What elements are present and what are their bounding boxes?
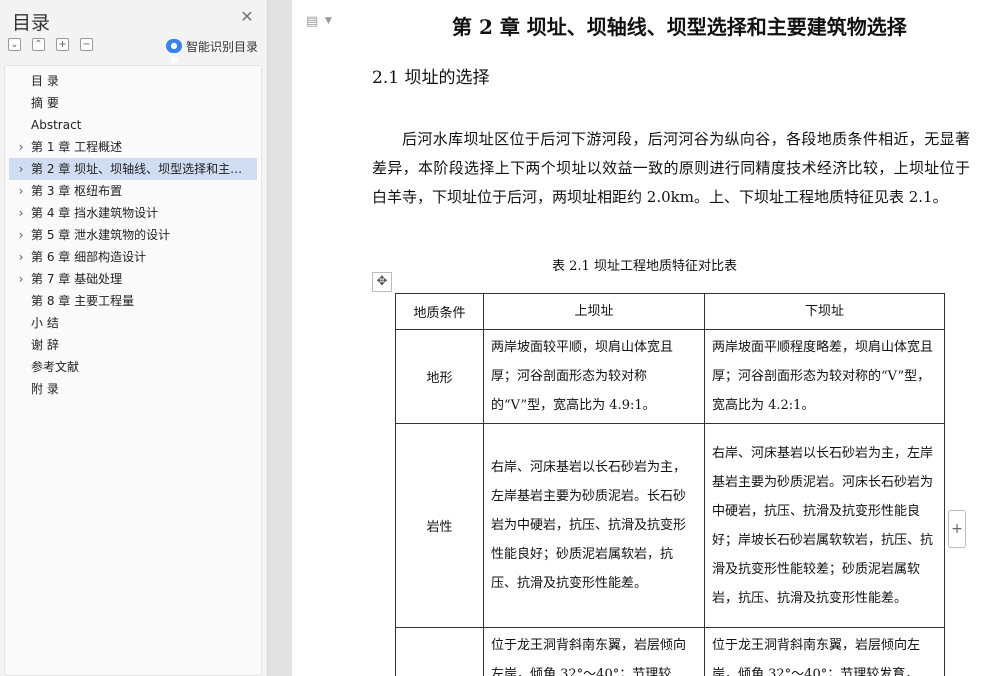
table-header-cell: 下坝址 bbox=[704, 293, 945, 330]
toc-item[interactable]: 附 录 bbox=[9, 378, 257, 400]
smart-recognize-toc-button[interactable]: ● ● 智能识别目录 bbox=[166, 38, 259, 64]
toc-item[interactable]: › 第 4 章 挡水建筑物设计 bbox=[9, 202, 257, 224]
table-cell-upper: 右岸、河床基岩以长石砂岩为主，左岸基岩主要为砂质泥岩。长石砂岩为中硬岩，抗压、抗… bbox=[483, 423, 705, 628]
toc-item-label: 第 5 章 泄水建筑物的设计 bbox=[31, 228, 171, 242]
table-row-label bbox=[395, 627, 484, 676]
toc-item[interactable]: › 第 6 章 细部构造设计 bbox=[9, 246, 257, 268]
chevron-right-icon[interactable]: › bbox=[16, 246, 26, 268]
toc-item-label: 第 2 章 坝址、坝轴线、坝型选择和主要建筑物选择 bbox=[31, 162, 253, 176]
toc-item[interactable]: 谢 辞 bbox=[9, 334, 257, 356]
table-header-cell: 上坝址 bbox=[483, 293, 705, 330]
toc-item[interactable]: › 第 5 章 泄水建筑物的设计 bbox=[9, 224, 257, 246]
chevron-right-icon[interactable]: › bbox=[16, 180, 26, 202]
table-cell-lower: 右岸、河床基岩以长石砂岩为主，左岸基岩主要为砂质泥岩。河床长石砂岩为中硬岩，抗压… bbox=[704, 423, 945, 628]
toc-item-label: 附 录 bbox=[31, 382, 59, 396]
toc-item-label: 参考文献 bbox=[31, 360, 80, 374]
chevron-right-icon[interactable]: › bbox=[16, 136, 26, 158]
ai-cloud-icon: ● ● bbox=[166, 39, 182, 64]
table-row: 位于龙王洞背斜南东翼，岩层倾向左岸，倾角 32°～40°；节理较 位于龙王洞背斜… bbox=[395, 627, 945, 676]
toc-item[interactable]: Abstract bbox=[9, 114, 257, 136]
table-cell-upper: 位于龙王洞背斜南东翼，岩层倾向左岸，倾角 32°～40°；节理较 bbox=[483, 627, 705, 676]
table-move-handle-icon[interactable]: ✥ bbox=[372, 272, 392, 292]
document-page[interactable]: ▤ ▼ 第 2 章 坝址、坝轴线、坝型选择和主要建筑物选择 2.1 坝址的选择 … bbox=[292, 0, 1000, 676]
chevron-right-icon[interactable]: › bbox=[16, 158, 26, 180]
toc-item[interactable]: › 第 3 章 枢纽布置 bbox=[9, 180, 257, 202]
document-icon[interactable]: ▤ bbox=[306, 14, 318, 29]
smart-recognize-label: 智能识别目录 bbox=[186, 39, 259, 54]
collapse-minus-icon[interactable]: − bbox=[80, 38, 93, 51]
toc-item-label: 目 录 bbox=[31, 74, 59, 88]
toc-item[interactable]: › 第 2 章 坝址、坝轴线、坝型选择和主要建筑物选择 bbox=[9, 158, 257, 180]
close-icon[interactable]: ✕ bbox=[238, 8, 256, 26]
body-paragraph: 后河水库坝址区位于后河下游河段，后河河谷为纵向谷，各段地质条件相近，无显著差异，… bbox=[372, 130, 970, 206]
toc-item[interactable]: 小 结 bbox=[9, 312, 257, 334]
add-column-icon[interactable]: + bbox=[948, 510, 966, 548]
chevron-right-icon[interactable]: › bbox=[16, 202, 26, 224]
toc-sidebar: 目录 ✕ ⌄ ⌃ + − ● ● 智能识别目录 目 录摘 要 Abstract › 第… bbox=[0, 0, 268, 676]
table-row-label: 地形 bbox=[395, 329, 484, 424]
toc-item[interactable]: 参考文献 bbox=[9, 356, 257, 378]
chevron-right-icon[interactable]: › bbox=[16, 268, 26, 290]
toc-item-label: 第 1 章 工程概述 bbox=[31, 140, 123, 154]
toc-item-label: 第 3 章 枢纽布置 bbox=[31, 184, 123, 198]
sidebar-title: 目录 bbox=[12, 12, 51, 34]
table-row: 地形 两岸坡面较平顺，坝肩山体宽且厚；河谷剖面形态为较对称的“V”型，宽高比为 … bbox=[395, 329, 945, 424]
toc-item-label: 第 6 章 细部构造设计 bbox=[31, 250, 147, 264]
table-header-row: 地质条件 上坝址 下坝址 bbox=[395, 293, 945, 330]
toc-item-label: Abstract bbox=[31, 118, 82, 132]
table-cell-lower: 位于龙王洞背斜南东翼，岩层倾向左岸，倾角 32°～40°；节理较发育， bbox=[704, 627, 945, 676]
chapter-title: 第 2 章 坝址、坝轴线、坝型选择和主要建筑物选择 bbox=[452, 15, 907, 39]
table-cell-upper: 两岸坡面较平顺，坝肩山体宽且厚；河谷剖面形态为较对称的“V”型，宽高比为 4.9… bbox=[483, 329, 705, 424]
toc-list: 目 录摘 要 Abstract › 第 1 章 工程概述 › 第 2 章 坝址、坝轴线、坝… bbox=[4, 65, 262, 676]
table-cell-lower: 两岸坡面平顺程度略差，坝肩山体宽且厚；河谷剖面形态为较对称的“V”型，宽高比为 … bbox=[704, 329, 945, 424]
page-gutter bbox=[268, 0, 292, 676]
collapse-all-icon[interactable]: ⌄ bbox=[8, 38, 21, 51]
toc-item-label: 第 7 章 基础处理 bbox=[31, 272, 123, 286]
toc-item-label: 摘 要 bbox=[31, 96, 59, 110]
table-caption: 表 2.1 坝址工程地质特征对比表 bbox=[552, 259, 737, 274]
chevron-right-icon[interactable]: › bbox=[16, 224, 26, 246]
toc-item[interactable]: › 第 1 章 工程概述 bbox=[9, 136, 257, 158]
toc-item[interactable]: › 第 7 章 基础处理 bbox=[9, 268, 257, 290]
toc-item-label: 第 4 章 挡水建筑物设计 bbox=[31, 206, 159, 220]
chevron-up-icon[interactable]: ⌃ bbox=[32, 38, 45, 51]
toc-item[interactable]: 摘 要 bbox=[9, 92, 257, 114]
toc-item-label: 小 结 bbox=[31, 316, 59, 330]
toc-item-label: 谢 辞 bbox=[31, 338, 59, 352]
table-header-cell: 地质条件 bbox=[395, 293, 484, 330]
toc-item[interactable]: 目 录 bbox=[9, 70, 257, 92]
table-row: 岩性 右岸、河床基岩以长石砂岩为主，左岸基岩主要为砂质泥岩。长石砂岩为中硬岩，抗… bbox=[395, 423, 945, 628]
geology-comparison-table: 地质条件 上坝址 下坝址 地形 两岸坡面较平顺，坝肩山体宽且厚；河谷剖面形态为较… bbox=[395, 293, 945, 676]
toc-item-label: 第 8 章 主要工程量 bbox=[31, 294, 135, 308]
chevron-down-icon[interactable]: ▼ bbox=[325, 16, 332, 26]
table-row-label: 岩性 bbox=[395, 423, 484, 628]
section-title: 2.1 坝址的选择 bbox=[372, 68, 490, 88]
expand-plus-icon[interactable]: + bbox=[56, 38, 69, 51]
toc-item[interactable]: 第 8 章 主要工程量 bbox=[9, 290, 257, 312]
